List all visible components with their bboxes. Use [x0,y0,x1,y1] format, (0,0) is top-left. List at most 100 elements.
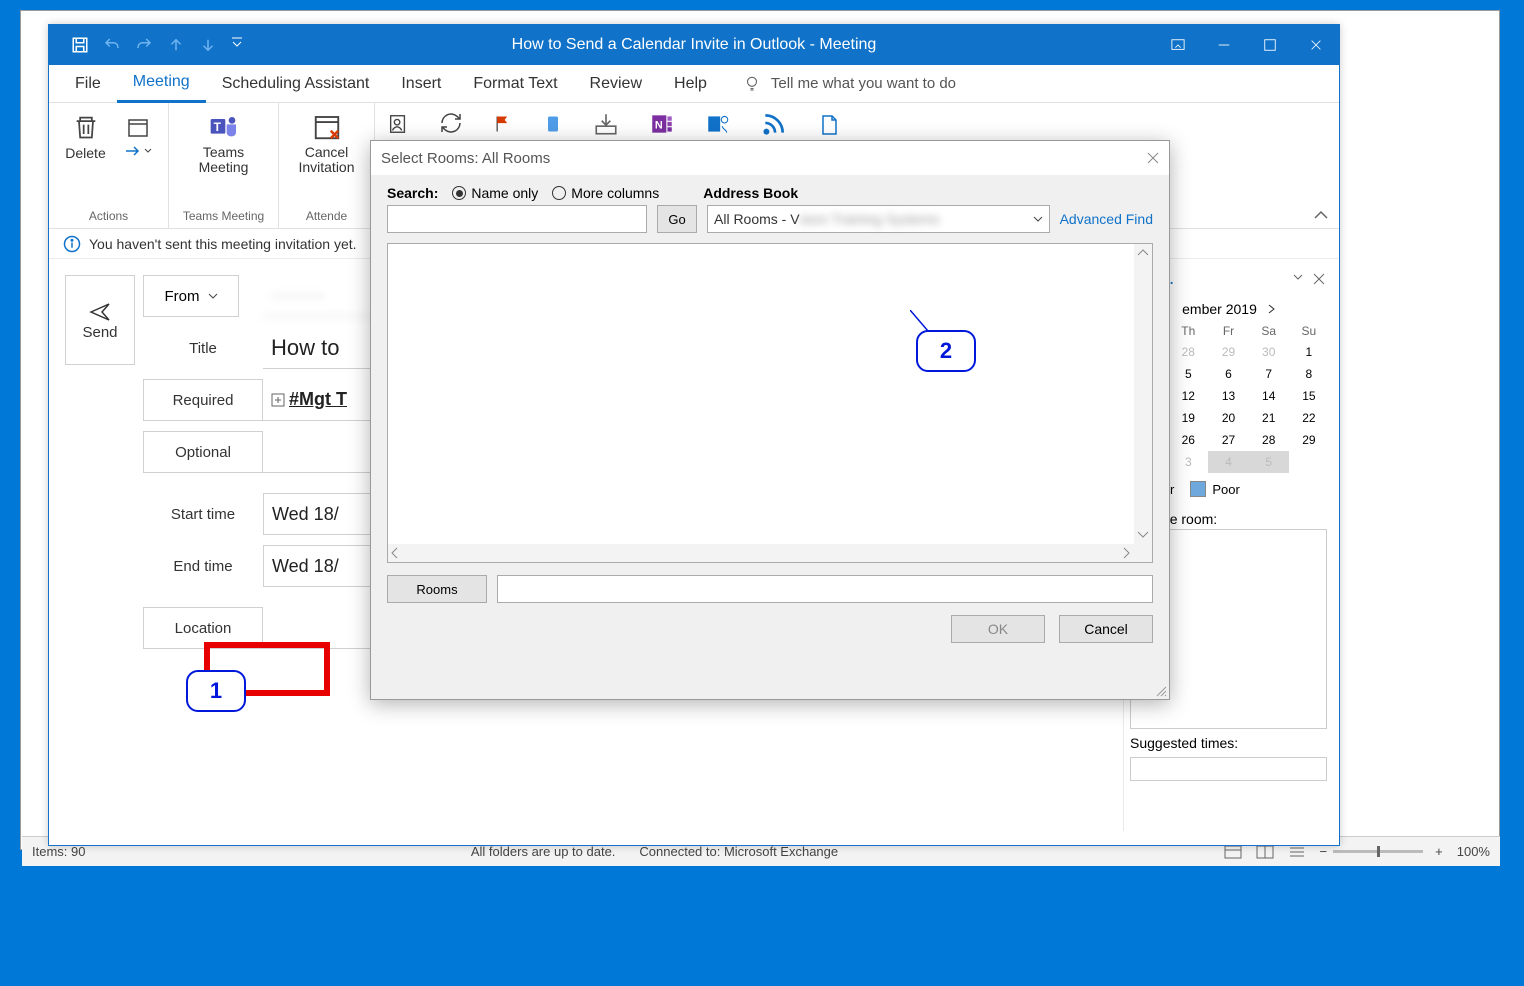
tab-file[interactable]: File [59,65,117,103]
suggested-times-field[interactable] [1130,757,1327,781]
cal-day[interactable]: 29 [1208,341,1248,363]
cal-day[interactable]: 7 [1249,363,1289,385]
cal-day[interactable]: 12 [1168,385,1208,407]
selected-rooms-input[interactable] [497,575,1153,603]
more-columns-radio[interactable]: More columns [552,185,659,201]
tab-insert[interactable]: Insert [385,65,457,103]
required-button[interactable]: Required [143,379,263,421]
tell-me-search[interactable]: Tell me what you want to do [743,75,956,93]
scroll-left-icon[interactable] [388,544,402,562]
up-icon[interactable] [167,36,185,54]
maximize-button[interactable] [1247,25,1293,65]
redo-icon[interactable] [135,36,153,54]
vertical-scrollbar[interactable] [1134,244,1152,562]
cal-day[interactable]: 30 [1249,341,1289,363]
chevron-down-icon[interactable] [1293,273,1303,281]
address-book-icon[interactable] [387,111,409,137]
cal-day[interactable]: 28 [1168,341,1208,363]
categorize-icon[interactable] [543,111,563,137]
send-button[interactable]: Send [65,275,135,365]
zoom-control[interactable]: −+ [1320,844,1443,859]
ok-button[interactable]: OK [951,615,1045,643]
horizontal-scrollbar[interactable] [388,544,1134,562]
delete-button[interactable]: Delete [61,107,109,163]
down-icon[interactable] [199,36,217,54]
template-icon[interactable] [817,111,841,139]
flag-icon[interactable] [493,111,513,137]
close-icon[interactable] [1147,152,1159,164]
radio-label: More columns [571,185,659,201]
cal-day[interactable] [1289,451,1329,473]
cal-day[interactable]: 5 [1168,363,1208,385]
tab-meeting[interactable]: Meeting [117,65,206,103]
tab-help[interactable]: Help [658,65,723,103]
tell-me-label: Tell me what you want to do [771,75,956,92]
rss-icon[interactable] [761,111,787,137]
svg-text:N: N [655,119,663,131]
minimize-button[interactable] [1201,25,1247,65]
forward-arrow-icon [124,145,142,157]
calendar-forward-button[interactable] [120,107,156,159]
insights-icon[interactable] [705,111,731,137]
onenote-icon[interactable]: N [649,111,675,137]
cal-day[interactable]: 4 [1208,451,1248,473]
cal-day[interactable]: 1 [1289,341,1329,363]
next-month-icon[interactable] [1267,304,1275,314]
group-teams-label: Teams Meeting [183,209,264,226]
view-normal-icon[interactable] [1224,845,1242,859]
address-book-select[interactable]: All Rooms - Vision Training Systems [707,205,1050,233]
teams-meeting-button[interactable]: T Teams Meeting [177,107,270,178]
cancel-button[interactable]: Cancel [1059,615,1153,643]
undo-icon[interactable] [103,36,121,54]
end-time-label: End time [143,545,263,587]
cal-day[interactable]: 22 [1289,407,1329,429]
cal-day[interactable]: 20 [1208,407,1248,429]
cancel-invitation-label: Cancel Invitation [291,145,362,176]
scroll-down-icon[interactable] [1134,528,1152,542]
expand-icon [271,393,285,407]
cal-day[interactable]: 8 [1289,363,1329,385]
cal-day[interactable]: 5 [1249,451,1289,473]
save-icon[interactable] [71,36,89,54]
cal-day[interactable]: 28 [1249,429,1289,451]
calendar-month-label: ember 2019 [1182,301,1257,317]
cal-day[interactable]: 6 [1208,363,1248,385]
cal-day[interactable]: 14 [1249,385,1289,407]
download-icon[interactable] [593,111,619,137]
cal-day[interactable]: 13 [1208,385,1248,407]
cal-day[interactable]: 27 [1208,429,1248,451]
tab-format-text[interactable]: Format Text [457,65,573,103]
day-header: Fr [1208,321,1248,341]
search-input[interactable] [387,205,647,233]
teams-meeting-label: Teams Meeting [181,145,266,176]
optional-button[interactable]: Optional [143,431,263,473]
collapse-ribbon-icon[interactable] [1313,210,1329,222]
day-header: Sa [1249,321,1289,341]
cal-day[interactable]: 21 [1249,407,1289,429]
tab-review[interactable]: Review [574,65,658,103]
from-button[interactable]: From [143,275,239,317]
view-reading-icon[interactable] [1256,845,1274,859]
close-button[interactable] [1293,25,1339,65]
qat-menu-icon[interactable] [231,36,249,54]
go-button[interactable]: Go [657,205,697,233]
cal-day[interactable]: 3 [1168,451,1208,473]
ribbon-tabs: File Meeting Scheduling Assistant Insert… [49,65,1339,103]
cal-day[interactable]: 29 [1289,429,1329,451]
resize-grip-icon[interactable] [1155,685,1167,697]
close-icon[interactable] [1313,273,1325,285]
recurrence-icon[interactable] [439,111,463,135]
cal-day[interactable]: 26 [1168,429,1208,451]
tab-scheduling-assistant[interactable]: Scheduling Assistant [206,65,386,103]
cal-day[interactable]: 19 [1168,407,1208,429]
advanced-find-link[interactable]: Advanced Find [1060,211,1153,227]
scroll-right-icon[interactable] [1120,544,1134,562]
cal-day[interactable]: 15 [1289,385,1329,407]
scroll-up-icon[interactable] [1134,246,1152,260]
name-only-radio[interactable]: Name only [452,185,538,201]
ribbon-display-icon[interactable] [1155,25,1201,65]
view-list-icon[interactable] [1288,845,1306,859]
rooms-button[interactable]: Rooms [387,575,487,603]
cancel-invitation-button[interactable]: Cancel Invitation [287,107,366,178]
rooms-listbox[interactable] [387,243,1153,563]
